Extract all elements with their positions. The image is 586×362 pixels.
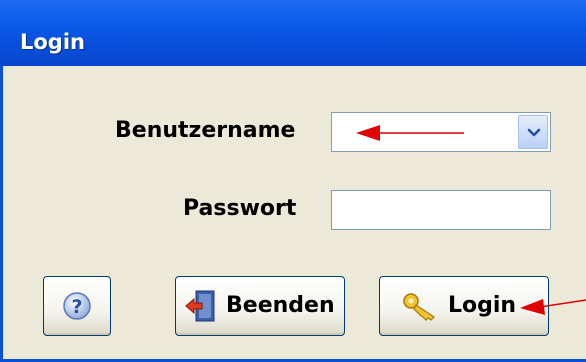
- exit-door-icon: [185, 290, 215, 322]
- login-button-label: Login: [448, 293, 517, 318]
- svg-text:?: ?: [71, 296, 82, 318]
- username-label: Benutzername: [115, 118, 296, 143]
- question-icon: ?: [63, 292, 91, 320]
- chevron-down-icon: [527, 128, 541, 137]
- key-icon: [403, 293, 435, 321]
- annotation-arrow-login: [520, 299, 586, 315]
- dropdown-button[interactable]: [518, 115, 548, 149]
- exit-button[interactable]: Beenden: [175, 276, 345, 336]
- help-button[interactable]: ?: [43, 276, 111, 336]
- annotation-arrow-username: [356, 125, 464, 141]
- title-bar[interactable]: Login: [0, 0, 586, 66]
- password-field[interactable]: [331, 190, 551, 230]
- exit-button-label: Beenden: [226, 293, 335, 318]
- login-window: Login Benutzername Passwort ? Beenden Lo…: [0, 0, 586, 362]
- window-title: Login: [20, 30, 85, 54]
- password-label: Passwort: [183, 196, 297, 221]
